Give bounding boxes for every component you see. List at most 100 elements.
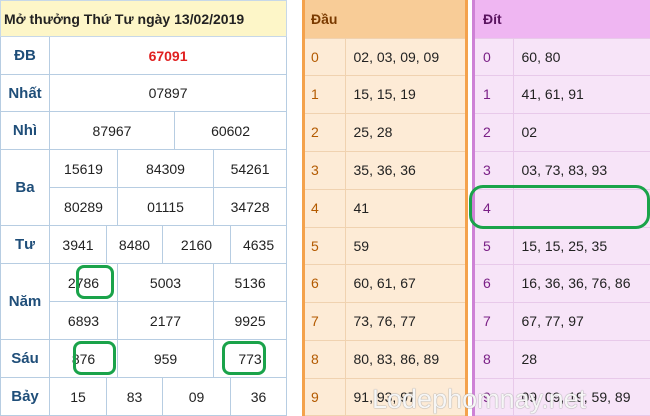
dau-digit: 4 <box>305 189 346 228</box>
dau-row: 8 80, 83, 86, 89 <box>305 340 465 379</box>
dit-digit: 3 <box>475 151 514 190</box>
dit-row: 5 15, 15, 25, 35 <box>475 227 650 265</box>
highlight-ring <box>469 185 650 229</box>
dau-row: 7 73, 76, 77 <box>305 302 465 341</box>
prize-value: 6893 <box>49 301 118 340</box>
dau-digit: 1 <box>305 75 346 114</box>
dau-panel: Đầu 0 02, 03, 09, 09 1 15, 15, 19 2 25, 28 … <box>302 0 468 416</box>
prize-label: Bảy <box>0 377 50 416</box>
prize-value: 09 <box>162 377 231 416</box>
prize-value: 2160 <box>162 225 231 264</box>
dau-digit: 6 <box>305 264 346 303</box>
prize-value: 01115 <box>117 187 214 226</box>
prize-row-ba-1: Ba 15619 84309 54261 <box>0 149 288 226</box>
dau-values: 35, 36, 36 <box>345 151 465 190</box>
dau-digit: 5 <box>305 227 346 265</box>
prize-label: Nhì <box>0 111 50 150</box>
dit-row: 7 67, 77, 97 <box>475 302 650 341</box>
dit-digit: 2 <box>475 113 514 152</box>
prize-value: 3941 <box>49 225 107 264</box>
dau-digit: 7 <box>305 302 346 341</box>
dit-row: 6 16, 36, 36, 76, 86 <box>475 264 650 303</box>
dau-row: 2 25, 28 <box>305 113 465 152</box>
prize-value: 36 <box>229 377 288 416</box>
dit-values: 02 <box>513 113 650 152</box>
dau-row: 1 15, 15, 19 <box>305 75 465 114</box>
prize-value: 87967 <box>49 111 175 150</box>
prize-row-tu: Tư 3941 8480 2160 4635 <box>0 225 288 264</box>
prize-value: 84309 <box>117 149 214 188</box>
dau-digit: 3 <box>305 151 346 190</box>
prize-value: 15619 <box>49 149 118 188</box>
prize-row-nhat: Nhất 07897 <box>0 74 288 112</box>
prize-value: 5136 <box>212 263 288 302</box>
dau-values: 41 <box>345 189 465 228</box>
dit-row: 8 28 <box>475 340 650 379</box>
results-title: Mở thưởng Thứ Tư ngày 13/02/2019 <box>0 0 288 37</box>
dit-digit: 0 <box>475 38 514 76</box>
dit-row: 3 03, 73, 83, 93 <box>475 151 650 190</box>
dit-values: 41, 61, 91 <box>513 75 650 114</box>
prize-label: Nhất <box>0 74 50 112</box>
prize-value: 07897 <box>48 74 288 112</box>
dit-values: 03, 73, 83, 93 <box>513 151 650 190</box>
dit-values: 60, 80 <box>513 38 650 76</box>
dau-digit: 2 <box>305 113 346 152</box>
prize-value: 60602 <box>173 111 288 150</box>
prize-value: 34728 <box>212 187 288 226</box>
dau-row: 6 60, 61, 67 <box>305 264 465 303</box>
dau-values: 80, 83, 86, 89 <box>345 340 465 379</box>
prize-value: 8480 <box>106 225 163 264</box>
dau-row: 0 02, 03, 09, 09 <box>305 38 465 76</box>
prize-value-special: 67091 <box>48 36 288 75</box>
dau-values: 60, 61, 67 <box>345 264 465 303</box>
prize-label: Ba <box>0 149 50 226</box>
prize-row-nam-1: Năm 2786 5003 5136 <box>0 263 288 340</box>
prize-value: 959 <box>117 339 214 378</box>
dau-header: Đầu <box>305 0 465 39</box>
dit-values: 16, 36, 36, 76, 86 <box>513 264 650 303</box>
dit-header: Đít <box>475 0 650 39</box>
dit-row: 2 02 <box>475 113 650 152</box>
dau-values: 15, 15, 19 <box>345 75 465 114</box>
prize-value: 80289 <box>49 187 118 226</box>
prize-row-nhi: Nhì 87967 60602 <box>0 111 288 150</box>
prize-label: ĐB <box>0 36 50 75</box>
highlight-ring <box>222 341 266 375</box>
dau-row: 4 41 <box>305 189 465 228</box>
dau-values: 25, 28 <box>345 113 465 152</box>
dit-values: 28 <box>513 340 650 379</box>
dit-digit: 5 <box>475 227 514 265</box>
prize-label: Tư <box>0 225 50 264</box>
highlight-ring <box>73 341 116 375</box>
prize-value: 83 <box>106 377 163 416</box>
dit-digit: 6 <box>475 264 514 303</box>
dit-values: 67, 77, 97 <box>513 302 650 341</box>
prize-value: 9925 <box>212 301 288 340</box>
prize-value: 54261 <box>212 149 288 188</box>
dau-values: 02, 03, 09, 09 <box>345 38 465 76</box>
prize-value: 4635 <box>229 225 288 264</box>
dau-values: 73, 76, 77 <box>345 302 465 341</box>
highlight-ring <box>76 265 114 299</box>
prize-row-db: ĐB 67091 <box>0 36 288 75</box>
prize-value: 5003 <box>117 263 214 302</box>
dau-digit: 9 <box>305 378 346 416</box>
prize-row-bay: Bảy 15 83 09 36 <box>0 377 288 416</box>
dau-digit: 8 <box>305 340 346 379</box>
dit-digit: 1 <box>475 75 514 114</box>
prize-label: Năm <box>0 263 50 340</box>
dau-table: Đầu 0 02, 03, 09, 09 1 15, 15, 19 2 25, 28 … <box>305 0 465 416</box>
prize-value: 15 <box>49 377 107 416</box>
dau-values: 59 <box>345 227 465 265</box>
dau-row: 5 59 <box>305 227 465 265</box>
dau-digit: 0 <box>305 38 346 76</box>
prize-label: Sáu <box>0 339 50 378</box>
site-watermark: Lodephomnay.net <box>372 384 587 414</box>
dit-row: 0 60, 80 <box>475 38 650 76</box>
dit-row: 1 41, 61, 91 <box>475 75 650 114</box>
prize-value: 2177 <box>117 301 214 340</box>
dit-digit: 7 <box>475 302 514 341</box>
dau-row: 3 35, 36, 36 <box>305 151 465 190</box>
dit-values: 15, 15, 25, 35 <box>513 227 650 265</box>
